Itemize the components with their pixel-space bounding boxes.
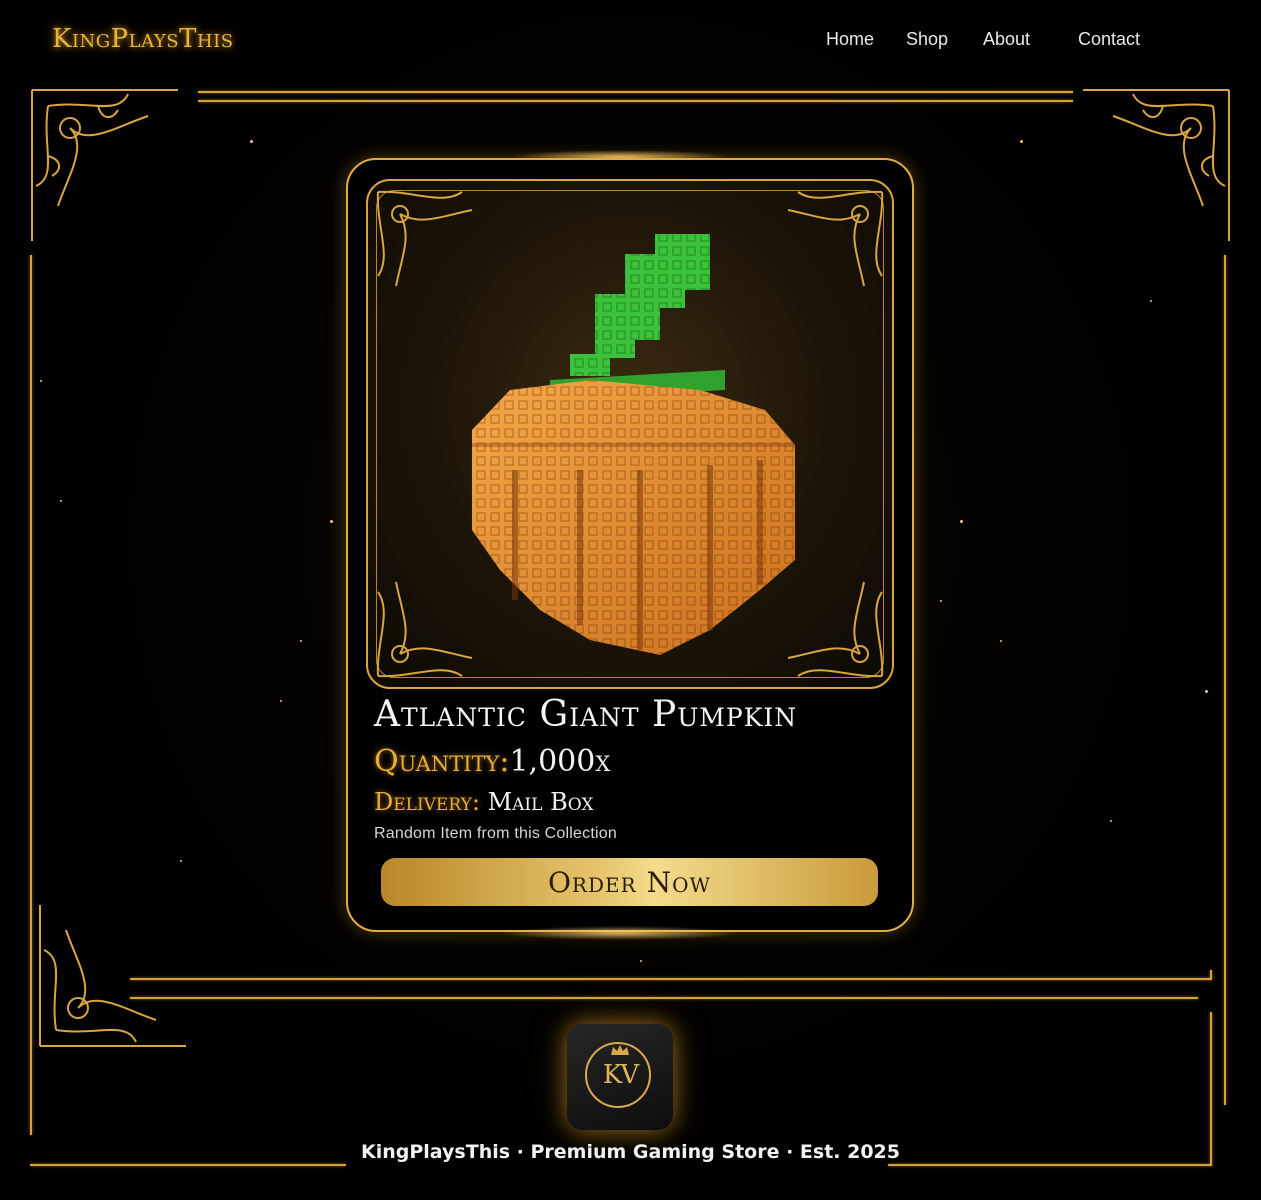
delivery-value: Mail Box <box>487 788 594 816</box>
product-title: Atlantic Giant Pumpkin <box>374 694 798 735</box>
ornament-top-left-icon <box>31 89 178 241</box>
ornament-bottom-left-icon <box>39 905 186 1047</box>
footer-tagline: KingPlaysThis · Premium Gaming Store · E… <box>361 1141 900 1163</box>
quantity-value: 1,000x <box>509 744 611 779</box>
card-glow-bottom <box>500 926 740 940</box>
footer-logo[interactable]: KV <box>567 1024 673 1130</box>
order-now-button[interactable]: Order Now <box>381 858 878 906</box>
nav-contact-link[interactable]: Contact <box>1078 29 1140 50</box>
quantity-label: Quantity: <box>374 744 510 779</box>
nav-home-link[interactable]: Home <box>826 29 874 50</box>
delivery-row: Delivery: Mail Box <box>374 788 593 816</box>
voxel-pumpkin-icon <box>472 234 795 655</box>
delivery-label: Delivery: <box>374 788 480 816</box>
quantity-row: Quantity:1,000x <box>374 744 610 779</box>
ornament-top-right-icon <box>1083 89 1230 241</box>
logo-monogram: KV <box>602 1060 639 1090</box>
nav-shop-link[interactable]: Shop <box>906 29 948 50</box>
brand-logo-text[interactable]: KingPlaysThis <box>52 24 234 54</box>
nav-about-link[interactable]: About <box>983 29 1030 50</box>
product-note: Random Item from this Collection <box>374 825 617 842</box>
